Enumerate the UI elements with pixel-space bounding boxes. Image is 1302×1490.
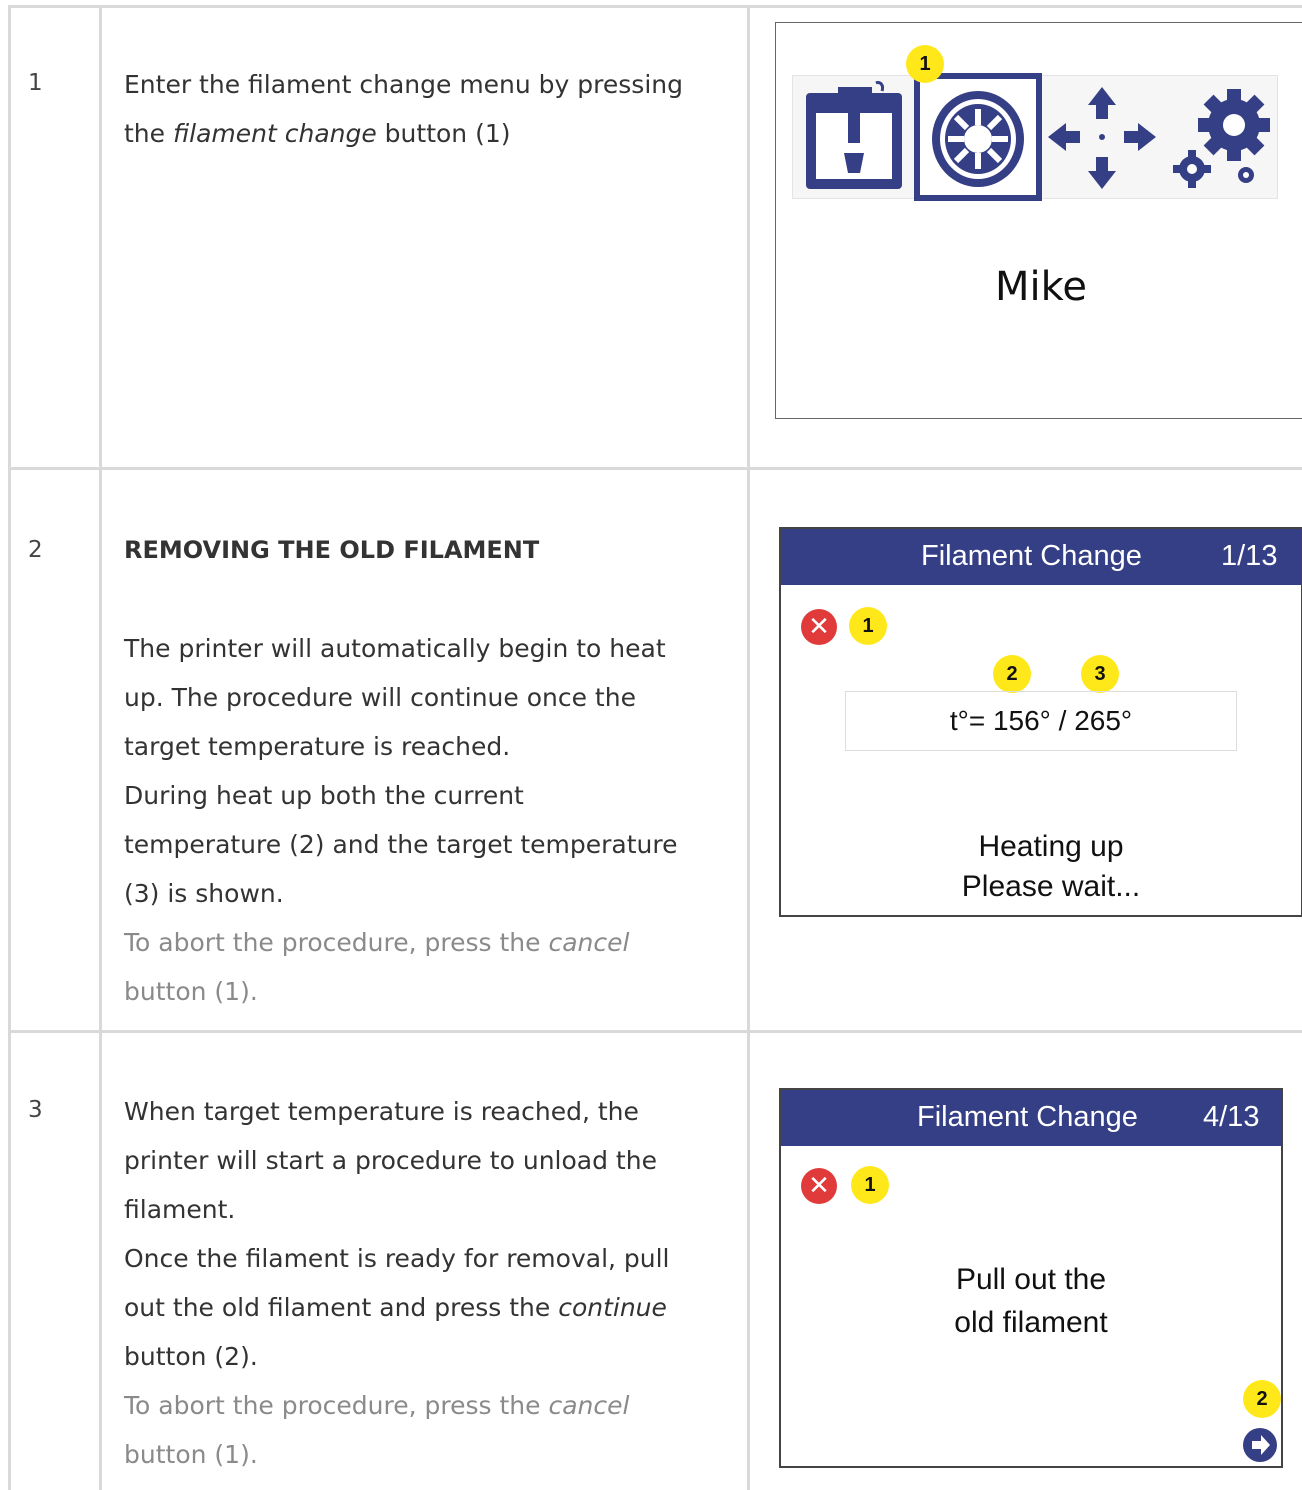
move-arrows-icon[interactable]	[1044, 79, 1160, 195]
status-line: Please wait...	[961, 870, 1141, 903]
text-line: Once the filament is ready for removal, …	[124, 1244, 670, 1273]
step-3-text: When target temperature is reached, the …	[124, 1087, 724, 1479]
message-line: Pull out the	[955, 1263, 1107, 1296]
table-row-divider	[8, 1030, 1302, 1033]
settings-gears-icon[interactable]	[1168, 79, 1276, 195]
printer-name: Mike	[995, 264, 1087, 310]
cancel-term: cancel	[548, 1391, 630, 1420]
screen-page-indicator: 4/13	[1203, 1101, 1260, 1133]
text-line: When target temperature is reached, the	[124, 1097, 639, 1126]
filament-change-term: filament change	[172, 119, 377, 148]
step-number: 3	[28, 1097, 43, 1123]
callout-badge: 1	[906, 45, 944, 83]
screen-title: Filament Change	[921, 540, 1142, 572]
cancel-icon[interactable]: ✕	[801, 1168, 837, 1204]
continue-arrow-icon[interactable]	[1243, 1428, 1277, 1462]
text-line: The printer will automatically begin to …	[124, 634, 666, 663]
text-line: button (1).	[124, 977, 258, 1006]
callout-badge: 2	[993, 655, 1031, 693]
section-heading: REMOVING THE OLD FILAMENT	[124, 536, 540, 564]
callout-badge: 1	[851, 1166, 889, 1204]
heating-screen: Filament Change 1/13 ✕ 1 2 3 t°= 156° / …	[779, 527, 1302, 917]
continue-term: continue	[558, 1293, 667, 1322]
message-line: old filament	[954, 1306, 1108, 1339]
temperature-readout: t°= 156° / 265°	[845, 691, 1237, 751]
text-span: To abort the procedure, press the	[124, 928, 549, 957]
cancel-term: cancel	[548, 928, 630, 957]
text-line: printer will start a procedure to unload…	[124, 1146, 657, 1175]
filament-spool-icon[interactable]	[914, 73, 1042, 201]
text-line: button (2).	[124, 1342, 258, 1371]
step-1-text: Enter the filament change menu by pressi…	[124, 60, 724, 158]
text-span: To abort the procedure, press the	[124, 1391, 549, 1420]
table-border-top	[8, 5, 1302, 8]
table-border-left	[8, 5, 11, 1490]
text-line: up. The procedure will continue once the	[124, 683, 636, 712]
screen-header: Filament Change 1/13	[781, 529, 1301, 585]
callout-badge: 3	[1081, 655, 1119, 693]
printer-main-menu-screen: 1 Mike	[775, 22, 1302, 419]
screen-header: Filament Change 4/13	[781, 1090, 1281, 1146]
text-line: (3) is shown.	[124, 879, 284, 908]
text-line: out the old filament and press the conti…	[124, 1283, 724, 1332]
status-message: Heating up Please wait...	[901, 827, 1201, 907]
screen-page-indicator: 1/13	[1221, 540, 1278, 572]
text-span: the	[124, 119, 173, 148]
step-2-text: REMOVING THE OLD FILAMENT The printer wi…	[124, 526, 724, 1016]
instruction-message: Pull out the old filament	[891, 1258, 1171, 1344]
text-line: the filament change button (1)	[124, 109, 724, 158]
text-line: filament.	[124, 1195, 236, 1224]
table-row-divider	[8, 467, 1302, 470]
callout-badge: 2	[1243, 1380, 1281, 1418]
text-line: button (1).	[124, 1440, 258, 1469]
screen-title: Filament Change	[917, 1101, 1138, 1133]
abort-note: To abort the procedure, press the cancel	[124, 918, 724, 967]
table-column-divider	[99, 5, 102, 1490]
table-column-divider	[747, 5, 750, 1490]
text-line: Enter the filament change menu by pressi…	[124, 70, 683, 99]
cancel-icon[interactable]: ✕	[801, 609, 837, 645]
printer-icon[interactable]	[798, 79, 910, 193]
unload-filament-screen: Filament Change 4/13 ✕ 1 Pull out the ol…	[779, 1088, 1283, 1468]
text-span: out the old filament and press the	[124, 1293, 559, 1322]
text-line: target temperature is reached.	[124, 732, 511, 761]
status-line: Heating up	[978, 830, 1124, 863]
text-span: button (1)	[376, 119, 511, 148]
text-line: During heat up both the current	[124, 781, 524, 810]
step-number: 2	[28, 537, 43, 563]
text-line: temperature (2) and the target temperatu…	[124, 830, 678, 859]
step-number: 1	[28, 70, 43, 96]
abort-note: To abort the procedure, press the cancel	[124, 1381, 724, 1430]
callout-badge: 1	[849, 607, 887, 645]
